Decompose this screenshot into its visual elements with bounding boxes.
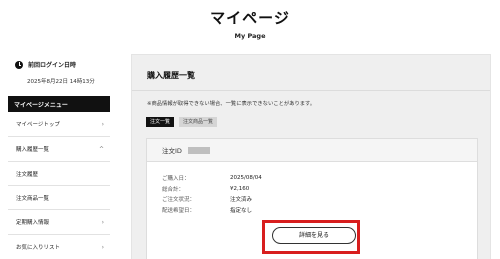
order-row-total: 総合計： ¥2,160 (162, 184, 262, 195)
chevron-up-icon: ^ (98, 145, 104, 153)
notice-text: ※商品情報が取得できない場合、一覧に表示できないことがあります。 (147, 101, 316, 107)
order-card-header: 注文ID (147, 139, 477, 162)
sidebar-item-purchase-history[interactable]: 購入履歴一覧 ^ (8, 137, 110, 162)
order-row-delivery: 配送希望日： 指定なし (162, 205, 262, 216)
last-login-datetime: 2025年8月22日 14時13分 (27, 79, 95, 85)
chevron-right-icon: › (101, 243, 104, 251)
sidebar-item-label: お気に入りリスト (16, 245, 61, 251)
row-label: ご注文状況： (162, 197, 196, 204)
sidebar-item-subscription[interactable]: 定期購入情報 › (8, 210, 110, 235)
redacted-order-id (187, 146, 210, 154)
sidebar-item-favorites[interactable]: お気に入りリスト › (8, 235, 110, 259)
highlight-box (262, 220, 360, 254)
row-label: 配送希望日： (162, 207, 196, 214)
row-label: ご購入日： (162, 176, 190, 183)
chevron-right-icon: › (101, 120, 104, 128)
sidebar-item-order-history[interactable]: 注文履歴 (8, 162, 110, 186)
sidebar-item-mypage-top[interactable]: マイページトップ › (8, 112, 110, 137)
row-value: 指定なし (230, 207, 253, 214)
sidebar-menu: マイページトップ › 購入履歴一覧 ^ 注文履歴 注文商品一覧 定期購入情報 ›… (8, 112, 110, 259)
mypage-menu-header: マイページメニュー (8, 96, 110, 112)
page-subtitle: My Page (234, 32, 266, 40)
last-login-label: 前回ログイン日時 (28, 62, 77, 69)
sidebar-item-label: 定期購入情報 (16, 220, 50, 226)
last-login-box: 前回ログイン日時 2025年8月22日 14時13分 (15, 60, 115, 85)
row-value: 注文済み (230, 197, 253, 204)
last-login-header: 前回ログイン日時 (15, 60, 115, 69)
tab-ordered-products[interactable]: 注文商品一覧 (179, 117, 218, 127)
page-title: マイページ (210, 9, 290, 27)
row-value: ¥2,160 (230, 185, 250, 192)
sidebar-item-label: マイページトップ (16, 122, 60, 128)
order-details: ご購入日： 2025/08/04 総合計： ¥2,160 ご注文状況： 注文済み… (162, 173, 262, 215)
sidebar-item-ordered-products[interactable]: 注文商品一覧 (8, 186, 110, 210)
clock-icon (15, 60, 23, 69)
sidebar-item-label: 購入履歴一覧 (16, 147, 50, 153)
order-id-label: 注文ID (162, 147, 182, 155)
section-title: 購入履歴一覧 (147, 71, 195, 80)
order-row-date: ご購入日： 2025/08/04 (162, 173, 262, 184)
tab-order-list[interactable]: 注文一覧 (146, 117, 175, 127)
row-label: 総合計： (162, 186, 185, 193)
chevron-right-icon: › (101, 218, 104, 226)
divider (132, 90, 490, 91)
sidebar-item-label: 注文履歴 (16, 171, 39, 178)
sidebar-item-label: 注文商品一覧 (16, 195, 50, 202)
row-value: 2025/08/04 (230, 175, 262, 182)
order-row-status: ご注文状況： 注文済み (162, 194, 262, 205)
